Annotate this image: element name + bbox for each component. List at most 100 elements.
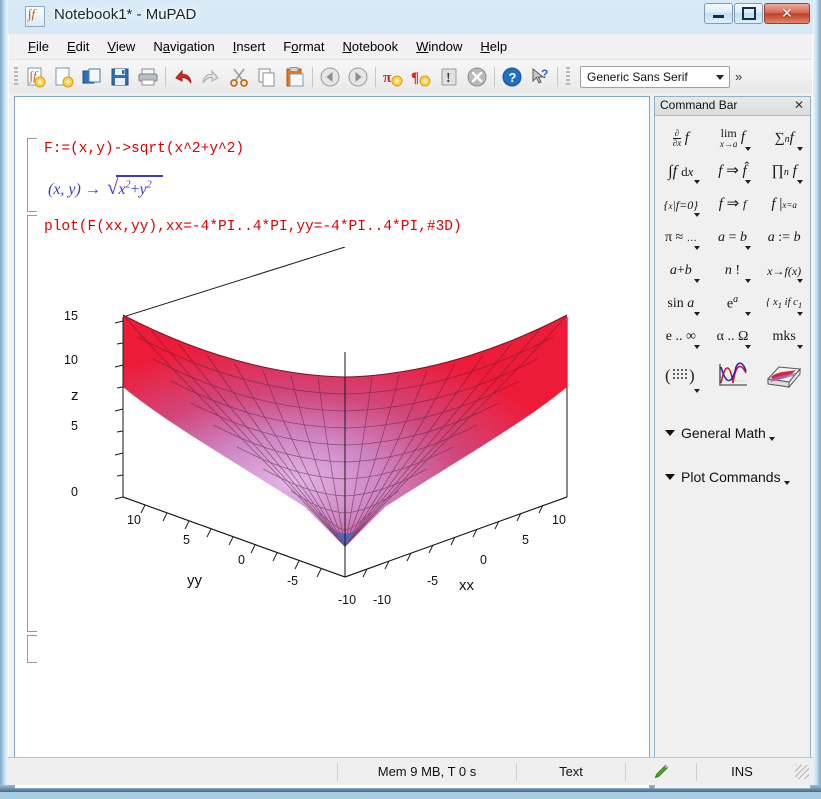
context-help-icon[interactable]: ? [526,63,554,91]
menu-file[interactable]: File [19,36,58,57]
back-arrow-icon[interactable] [316,63,344,91]
plot3d-icon[interactable] [758,353,810,397]
close-button[interactable]: ✕ [764,3,810,24]
cell-bracket-1[interactable] [27,138,37,212]
title-bar[interactable]: Notebook1* - MuPAD ✕ [0,0,821,34]
font-select[interactable]: Generic Sans Serif [580,65,730,88]
matrix-icon[interactable]: ( ) [655,353,707,397]
input-cell-1[interactable]: F:=(x,y)->sqrt(x^2+y^2) [44,141,244,157]
command-bar-title: Command Bar [660,98,738,112]
factorial-icon[interactable]: n ! [707,254,759,287]
toolbar-separator-5 [557,66,558,87]
undo-icon[interactable] [169,63,197,91]
chevron-down-icon [693,213,700,217]
menu-insert[interactable]: Insert [224,36,275,57]
cut-icon[interactable] [225,63,253,91]
chevron-down-icon [665,430,675,436]
piecewise-icon[interactable]: { x1 if c1 [758,287,810,320]
notebook-document[interactable]: F:=(x,y)->sqrt(x^2+y^2) (x, y) → √ x2+y2 … [14,96,650,789]
forward-arrow-icon[interactable] [344,63,372,91]
paste-icon[interactable] [281,63,309,91]
general-math-section[interactable]: General Math [655,415,810,447]
greek-letters-icon[interactable]: α .. Ω [707,320,759,353]
command-bar-header: Command Bar ✕ [655,97,810,116]
output-prefix: (x, y) → [48,181,101,198]
exponential-icon[interactable]: ea [707,287,759,320]
yy-tick-10: 10 [127,513,141,527]
command-row-7: e .. ∞ α .. Ω mks [655,320,810,353]
menu-view[interactable]: View [98,36,144,57]
cell-bracket-2[interactable] [27,215,37,632]
chevron-down-icon [693,345,700,349]
product-icon[interactable]: ∏n f [758,155,810,188]
chevron-down-icon [693,246,700,250]
plot-svg [114,246,568,578]
toolbar-overflow-button[interactable]: » [735,69,742,84]
equation-icon[interactable]: a = b [707,221,759,254]
numeric-approx-icon[interactable]: π ≈ … [655,221,707,254]
resize-grip[interactable] [795,764,809,779]
units-icon[interactable]: mks [758,320,810,353]
chevron-down-icon [797,312,804,316]
constants-icon[interactable]: e .. ∞ [655,320,707,353]
save-icon[interactable] [106,63,134,91]
cell-bracket-3[interactable] [27,635,37,663]
menu-window[interactable]: Window [407,36,471,57]
sqrt-expression: √ x2+y2 [105,175,163,200]
transform-icon[interactable]: f ⇒ f̂ [707,155,759,188]
xx-tick-m5: -5 [427,574,439,588]
general-math-label: General Math [681,425,766,441]
plot-commands-section[interactable]: Plot Commands [655,459,810,491]
radicand-y: y [139,181,147,198]
command-bar-grid: ∂ ∂x f lim x→a f ∑nf ∫f dx f ⇒ f̂ ∏n f {… [655,116,810,397]
font-toolbar-grip[interactable] [566,66,570,87]
yy-tick-0: 0 [238,553,245,567]
sum-icon[interactable]: ∑nf [758,122,810,155]
new-notebook-icon[interactable]: ∫f [22,63,50,91]
status-edit-indicator [625,762,696,781]
menu-help[interactable]: Help [471,36,516,57]
evaluate-pi-icon[interactable]: π [379,63,407,91]
z-tick-15: 15 [64,309,78,323]
copy-icon[interactable] [253,63,281,91]
command-row-8: ( ) [655,353,810,397]
svg-text:?: ? [509,70,517,85]
new-document-icon[interactable] [50,63,78,91]
toolbar-grip[interactable] [14,66,18,87]
trig-icon[interactable]: sin a [655,287,707,320]
minimize-button[interactable] [704,3,733,24]
addition-icon[interactable]: a+b [655,254,707,287]
radicand-x: x [118,181,126,198]
integral-icon[interactable]: ∫f dx [655,155,707,188]
function-map-icon[interactable]: x→f(x) [758,254,810,287]
evaluate-all-icon[interactable]: ¶ [407,63,435,91]
interrupt-icon[interactable]: ! [435,63,463,91]
input-cell-2[interactable]: plot(F(xx,yy),xx=-4*PI..4*PI,yy=-4*PI..4… [44,219,462,235]
menu-notebook[interactable]: Notebook [333,36,407,57]
status-mode: Text [516,762,625,781]
assign-icon[interactable]: a := b [758,221,810,254]
menu-edit[interactable]: Edit [58,36,98,57]
plot-commands-label: Plot Commands [681,469,781,485]
solve-icon[interactable]: {x|f=0} [655,188,707,221]
open-folder-icon[interactable] [78,63,106,91]
close-icon[interactable]: ✕ [794,98,804,112]
z-axis-label: z [71,387,79,404]
substitute-icon[interactable]: f |x=a [758,188,810,221]
plot2d-icon[interactable] [707,353,759,397]
plot-3d-surface[interactable]: 0 5 10 15 z 10 5 0 -5 -10 yy -10 -5 0 5 … [55,246,615,677]
partial-derivative-icon[interactable]: ∂ ∂x f [655,122,707,155]
chevron-down-icon [783,481,790,485]
menu-navigation[interactable]: Navigation [144,36,223,57]
print-icon[interactable] [134,63,162,91]
stop-icon[interactable] [463,63,491,91]
help-icon[interactable]: ? [498,63,526,91]
redo-icon[interactable] [197,63,225,91]
close-icon: ✕ [781,5,793,22]
window-controls: ✕ [703,3,810,25]
simplify-icon[interactable]: f ⇒ f [707,188,759,221]
limit-icon[interactable]: lim x→a f [707,122,759,155]
chevron-down-icon [665,474,675,480]
maximize-button[interactable] [734,3,763,24]
menu-format[interactable]: Format [274,36,333,57]
